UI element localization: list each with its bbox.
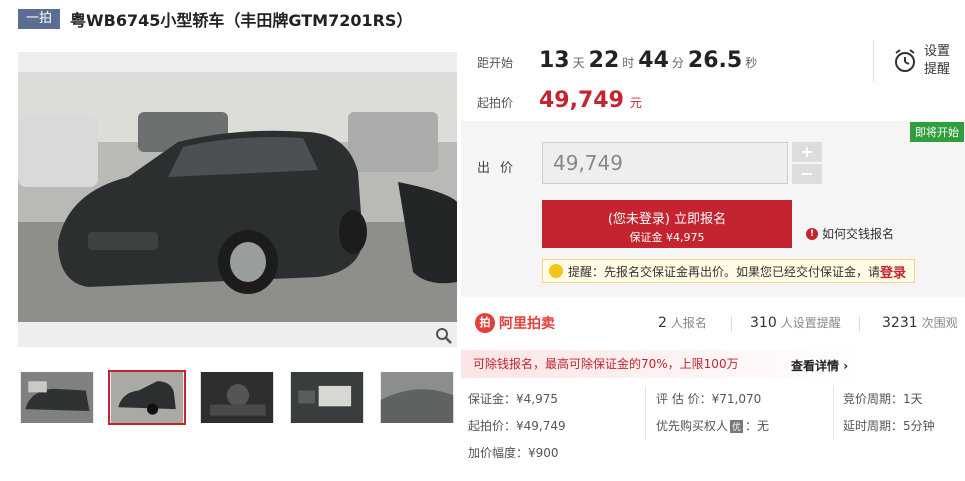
- thumbnail-2[interactable]: [108, 370, 186, 425]
- logo-text: 阿里拍卖: [499, 316, 555, 332]
- chevron-right-icon: ›: [843, 359, 849, 373]
- reminder-line-1: 设置: [924, 44, 951, 59]
- signup-button[interactable]: (您未登录) 立即报名 保证金 ¥4,975: [542, 200, 792, 248]
- reminder-line-2: 提醒: [924, 62, 951, 77]
- ali-auction-logo: 拍 阿里拍卖: [475, 313, 555, 333]
- countdown-label: 距开始: [477, 56, 514, 70]
- view-count-unit: 次围观: [921, 316, 958, 330]
- signup-count-unit: 人报名: [670, 316, 707, 330]
- priority-buyer-label: 优先购买权人: [656, 419, 729, 433]
- detail-priority-buyer: 优先购买权人优：无: [656, 417, 769, 434]
- detail-cycle: 竞价周期：1天: [843, 392, 923, 406]
- countdown-minutes-unit: 分: [671, 56, 684, 70]
- set-reminder-button[interactable]: 设置 提醒: [873, 40, 950, 82]
- countdown-seconds: 26.5: [687, 48, 743, 73]
- thumbnail-image: [110, 372, 184, 423]
- signup-count: 2 人报名: [658, 314, 707, 331]
- view-details-label: 查看详情: [791, 359, 840, 373]
- hint-text: 提醒：先报名交保证金再出价。如果您已经交付保证金，请: [568, 264, 881, 279]
- countdown-hours: 22: [588, 48, 620, 73]
- login-link[interactable]: 登录: [880, 262, 906, 281]
- reminder-count-unit: 人设置提醒: [780, 316, 841, 330]
- countdown-days-unit: 天: [572, 56, 585, 70]
- info-icon: !: [806, 227, 818, 240]
- reminder-count-value: 310: [750, 315, 777, 331]
- start-price-row: 起拍价 49,749 元: [477, 88, 642, 113]
- page-title: 粤WB6745小型轿车（丰田牌GTM7201RS）: [70, 11, 413, 30]
- view-count: 3231 次围观: [882, 314, 958, 331]
- start-price-label: 起拍价: [477, 96, 514, 110]
- thumbnail-1[interactable]: [18, 370, 96, 425]
- divider: [645, 386, 646, 440]
- view-count-value: 3231: [882, 315, 918, 331]
- thumbnail-5[interactable]: [378, 370, 456, 425]
- main-photo[interactable]: [18, 52, 457, 347]
- view-details-link[interactable]: 查看详情 ›: [791, 357, 848, 374]
- thumbnail-image: [200, 372, 274, 423]
- countdown-minutes: 44: [638, 48, 669, 73]
- divider: [833, 386, 834, 440]
- thumbnail-image: [20, 372, 94, 423]
- how-to-pay-label: 如何交钱报名: [822, 227, 895, 241]
- decrease-bid-button[interactable]: −: [792, 164, 822, 184]
- lightbulb-icon: [549, 264, 563, 278]
- detail-deposit: 保证金：¥4,975: [468, 392, 558, 406]
- detail-delay: 延时周期：5分钟: [843, 419, 935, 433]
- countdown-seconds-unit: 秒: [745, 56, 758, 70]
- detail-increment: 加价幅度：¥900: [468, 446, 559, 460]
- thumbnail-3[interactable]: [198, 370, 276, 425]
- signup-count-value: 2: [658, 315, 667, 331]
- login-hint: 提醒：先报名交保证金再出价。如果您已经交付保证金，请 登录: [542, 259, 916, 283]
- thumbnail-image: [290, 372, 364, 423]
- divider: [731, 316, 732, 332]
- detail-start-price: 起拍价：¥49,749: [468, 419, 566, 433]
- signup-button-label: (您未登录) 立即报名: [607, 212, 727, 227]
- thumbnail-4[interactable]: [288, 370, 366, 425]
- auction-round-tag: 一拍: [18, 9, 61, 29]
- bid-box: 即将开始 出价 49,749 + − (您未登录) 立即报名 保证金 ¥4,97…: [461, 121, 965, 297]
- bid-amount-input[interactable]: 49,749: [542, 142, 788, 184]
- how-to-pay-link[interactable]: ! 如何交钱报名: [806, 225, 894, 242]
- reminder-count: 310 人设置提醒: [750, 314, 841, 331]
- countdown-hours-unit: 时: [622, 56, 635, 70]
- start-price-value: 49,749: [539, 88, 624, 113]
- page-header: 一拍 粤WB6745小型轿车（丰田牌GTM7201RS）: [18, 8, 412, 30]
- ali-auction-logo-icon: 拍: [475, 313, 495, 333]
- divider: [859, 316, 860, 332]
- priority-badge-icon: 优: [730, 420, 744, 433]
- countdown-days: 13: [539, 48, 570, 73]
- starting-soon-badge: 即将开始: [910, 122, 964, 142]
- zoom-icon[interactable]: [435, 327, 453, 345]
- thumbnail-strip: [18, 370, 468, 425]
- thumbnail-image: [380, 372, 454, 423]
- start-price-unit: 元: [629, 96, 642, 110]
- car-photo-image: [18, 72, 457, 322]
- stats-row: 拍 阿里拍卖 2 人报名 310 人设置提醒 3231 次围观: [461, 306, 965, 340]
- alarm-clock-icon: [895, 49, 915, 72]
- priority-buyer-value: ：无: [745, 419, 770, 433]
- bid-label: 出价: [477, 161, 524, 176]
- reminder-label: 设置 提醒: [924, 43, 950, 79]
- signup-deposit-label: 保证金 ¥4,975: [629, 231, 705, 244]
- countdown: 距开始 13 天 22 时 44 分 26.5 秒: [477, 48, 761, 73]
- detail-appraisal: 评 估 价：¥71,070: [656, 392, 762, 406]
- increase-bid-button[interactable]: +: [792, 142, 822, 162]
